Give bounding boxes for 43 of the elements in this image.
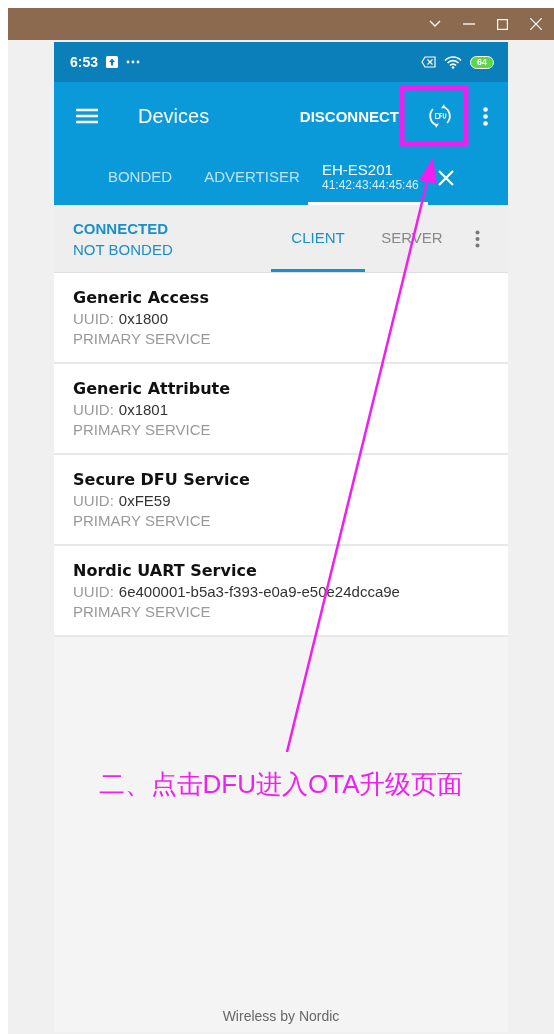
status-time: 6:53 bbox=[70, 54, 99, 70]
disconnect-button[interactable]: DISCONNECT bbox=[299, 107, 399, 125]
device-tab[interactable]: ADVERTISER bbox=[196, 150, 308, 205]
annotation-text: 二、点击DFU进入OTA升级页面 bbox=[98, 768, 464, 801]
uuid-label: UUID: bbox=[73, 401, 114, 418]
sim-off-icon bbox=[421, 56, 436, 68]
maximize-icon[interactable] bbox=[497, 18, 508, 30]
menu-icon[interactable] bbox=[76, 108, 98, 124]
service-type: PRIMARY SERVICE bbox=[73, 603, 212, 620]
device-tab[interactable]: BONDED bbox=[84, 150, 196, 205]
service-name: Generic Access bbox=[73, 288, 210, 307]
bond-state: NOT BONDED bbox=[73, 240, 173, 258]
uuid-value: 0xFE59 bbox=[118, 492, 171, 509]
battery-indicator: 64 bbox=[470, 55, 494, 69]
service-item[interactable]: Generic Attribute UUID: 0x1801 PRIMARY SERVICE bbox=[54, 364, 508, 455]
service-type: PRIMARY SERVICE bbox=[73, 421, 212, 438]
upload-icon bbox=[106, 56, 119, 68]
uuid-label: UUID: bbox=[73, 310, 114, 327]
device-name: EH-ES201 bbox=[322, 160, 393, 178]
service-name: Generic Attribute bbox=[73, 379, 232, 398]
device-address: 41:42:43:44:45:46 bbox=[322, 177, 419, 192]
uuid-label: UUID: bbox=[73, 492, 114, 509]
wifi-icon bbox=[444, 55, 462, 69]
dfu-icon[interactable] bbox=[427, 103, 453, 129]
toolbar-title: Devices bbox=[138, 104, 210, 128]
close-icon[interactable] bbox=[530, 18, 542, 30]
service-item[interactable]: Secure DFU Service UUID: 0xFE59 PRIMARY SERVICE bbox=[54, 455, 508, 546]
close-icon[interactable] bbox=[438, 169, 454, 186]
chevron-down-icon[interactable] bbox=[429, 20, 441, 28]
uuid-value: 0x1800 bbox=[118, 310, 169, 327]
more-dots-icon bbox=[126, 60, 141, 64]
uuid-value: 0x1801 bbox=[118, 401, 169, 418]
service-name: Secure DFU Service bbox=[73, 470, 251, 489]
highlight-frame bbox=[399, 85, 469, 147]
service-name: Nordic UART Service bbox=[73, 561, 258, 580]
footer-text: Wireless by Nordic bbox=[222, 1008, 340, 1024]
service-type: PRIMARY SERVICE bbox=[73, 330, 212, 347]
service-item[interactable]: Generic Access UUID: 0x1800 PRIMARY SERVICE bbox=[54, 273, 508, 364]
uuid-label: UUID: bbox=[73, 583, 114, 600]
overflow-menu-icon[interactable] bbox=[475, 229, 480, 248]
connection-state: CONNECTED bbox=[73, 219, 169, 237]
overflow-menu-icon[interactable] bbox=[483, 106, 488, 126]
service-type: PRIMARY SERVICE bbox=[73, 512, 212, 529]
